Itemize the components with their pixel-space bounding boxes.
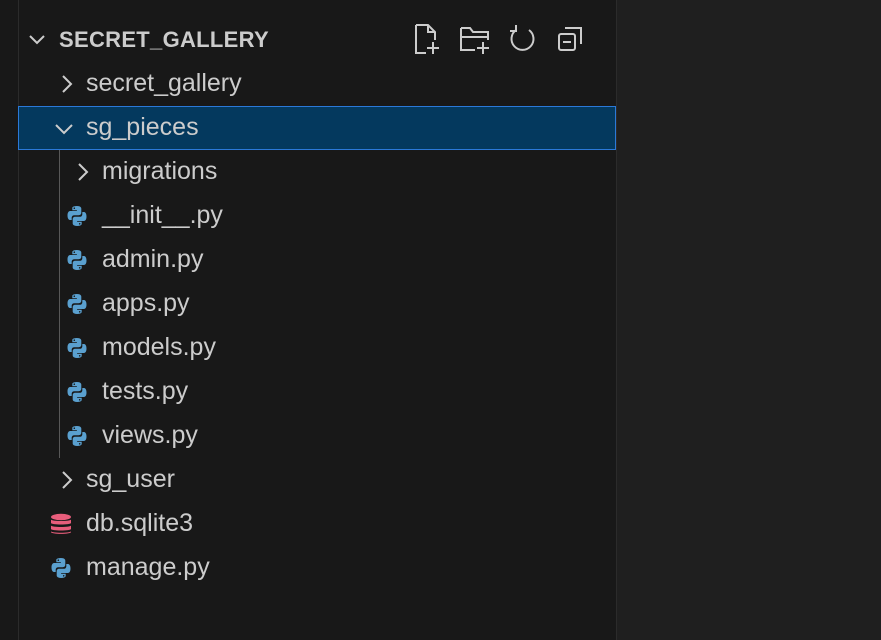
tree-item-admin-py[interactable]: admin.py xyxy=(19,238,616,282)
chevron-down-icon xyxy=(29,35,45,45)
tree-item-label: apps.py xyxy=(102,289,190,317)
tree-item-label: sg_user xyxy=(86,465,175,493)
python-file-icon xyxy=(67,294,87,314)
tree-item-sg_user[interactable]: sg_user xyxy=(19,458,616,502)
python-file-icon xyxy=(67,250,87,270)
tree-item-label: __init__.py xyxy=(102,201,223,229)
new-file-icon xyxy=(415,24,439,54)
tree-item-secret_gallery[interactable]: secret_gallery xyxy=(19,62,616,106)
tree-item-tests-py[interactable]: tests.py xyxy=(19,370,616,414)
tree-item-label: manage.py xyxy=(86,553,210,581)
tree-item-label: secret_gallery xyxy=(86,69,242,97)
collapse-all-button[interactable] xyxy=(555,23,587,55)
tree-item-label: sg_pieces xyxy=(86,113,199,141)
new-folder-icon xyxy=(460,27,489,54)
database-icon xyxy=(51,513,71,534)
tree-item-manage-py[interactable]: manage.py xyxy=(19,546,616,590)
tree-item-label: admin.py xyxy=(102,245,204,273)
tree-item-db-sqlite3[interactable]: db.sqlite3 xyxy=(19,502,616,546)
tree-item-apps-py[interactable]: apps.py xyxy=(19,282,616,326)
python-file-icon xyxy=(67,338,87,358)
collapse-all-icon xyxy=(558,27,582,51)
tree-item-models-py[interactable]: models.py xyxy=(19,326,616,370)
tree-item-label: migrations xyxy=(102,157,218,185)
refresh-button[interactable] xyxy=(507,23,539,55)
tree-item-label: db.sqlite3 xyxy=(86,509,194,537)
chevron-down-icon xyxy=(55,124,73,135)
editor-area xyxy=(616,0,881,640)
activity-gutter xyxy=(0,0,19,640)
chevron-right-icon xyxy=(78,163,89,181)
chevron-right-icon xyxy=(62,75,73,93)
tree-item-label: views.py xyxy=(102,421,198,449)
new-file-button[interactable] xyxy=(411,23,443,55)
python-file-icon xyxy=(67,206,87,226)
tree-item-label: tests.py xyxy=(102,377,189,405)
tree-item-views-py[interactable]: views.py xyxy=(19,414,616,458)
explorer-section-title: SECRET_GALLERY xyxy=(59,27,269,52)
tree-item-sg_pieces[interactable]: sg_pieces xyxy=(18,106,616,150)
chevron-right-icon xyxy=(62,471,73,489)
explorer-actions xyxy=(411,23,587,57)
tree-item-migrations[interactable]: migrations xyxy=(19,150,616,194)
python-file-icon xyxy=(51,558,71,578)
explorer-panel: SECRET_GALLERY secret_gallery sg_pieces … xyxy=(18,0,616,640)
refresh-icon xyxy=(510,25,535,51)
explorer-section-header[interactable]: SECRET_GALLERY xyxy=(19,17,616,61)
tree-item-init-py[interactable]: __init__.py xyxy=(19,194,616,238)
new-folder-button[interactable] xyxy=(459,23,491,55)
python-file-icon xyxy=(67,382,87,402)
python-file-icon xyxy=(67,426,87,446)
file-tree: secret_gallery sg_pieces migrations __in… xyxy=(18,62,616,590)
tree-item-label: models.py xyxy=(102,333,216,361)
